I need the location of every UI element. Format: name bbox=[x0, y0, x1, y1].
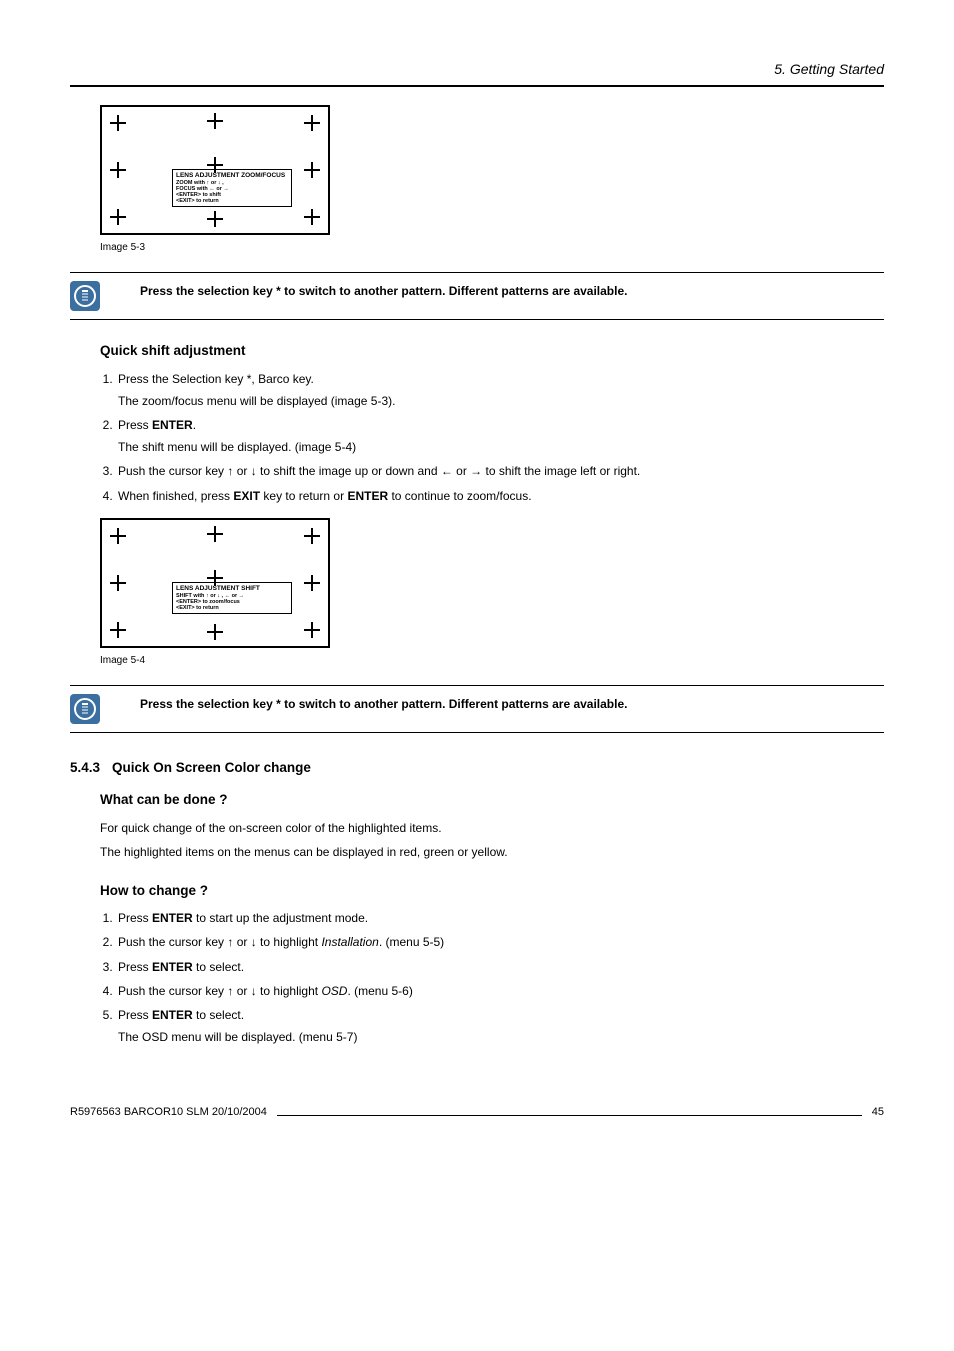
cross-icon bbox=[110, 209, 126, 225]
steps-list: Press ENTER to start up the adjustment m… bbox=[116, 910, 884, 1045]
cross-icon bbox=[207, 113, 223, 129]
footer-left: R5976563 BARCOR10 SLM 20/10/2004 bbox=[70, 1105, 267, 1120]
step-text: Press bbox=[118, 960, 152, 974]
note-icon bbox=[70, 694, 100, 724]
cross-icon bbox=[110, 575, 126, 591]
cross-icon bbox=[207, 211, 223, 227]
section-title: Quick On Screen Color change bbox=[112, 759, 311, 777]
figure-5-4: LENS ADJUSTMENT SHIFT SHIFT with ↑ or ↓ … bbox=[100, 518, 884, 668]
cross-icon bbox=[110, 162, 126, 178]
section-heading: 5.4.3 Quick On Screen Color change bbox=[70, 759, 884, 777]
heading-quick-shift: Quick shift adjustment bbox=[100, 342, 884, 360]
step: Push the cursor key ↑ or ↓ to shift the … bbox=[116, 463, 884, 479]
keyword: EXIT bbox=[233, 489, 260, 503]
note-icon bbox=[70, 281, 100, 311]
page-number: 45 bbox=[872, 1105, 884, 1120]
step-text: key to return or bbox=[260, 489, 347, 503]
keyword: ENTER bbox=[152, 911, 193, 925]
cross-icon bbox=[304, 209, 320, 225]
cross-icon bbox=[207, 526, 223, 542]
cross-icon bbox=[110, 528, 126, 544]
keyword-italic: OSD bbox=[321, 984, 347, 998]
step-result: The zoom/focus menu will be displayed (i… bbox=[118, 393, 884, 409]
steps-list: Press the Selection key *, Barco key. Th… bbox=[116, 371, 884, 504]
step-text: . (menu 5-5) bbox=[379, 935, 444, 949]
heading-how: How to change ? bbox=[100, 882, 884, 900]
osd-menu-title: LENS ADJUSTMENT ZOOM/FOCUS bbox=[176, 172, 288, 179]
note-rule bbox=[70, 732, 884, 733]
step-result: The shift menu will be displayed. (image… bbox=[118, 439, 884, 455]
note-rule bbox=[70, 319, 884, 320]
step: Push the cursor key ↑ or ↓ to highlight … bbox=[116, 983, 884, 999]
osd-menu-box: LENS ADJUSTMENT ZOOM/FOCUS ZOOM with ↑ o… bbox=[172, 169, 292, 207]
cross-icon bbox=[304, 162, 320, 178]
keyword-italic: Installation bbox=[321, 935, 378, 949]
step-text: to start up the adjustment mode. bbox=[193, 911, 368, 925]
keyword: ENTER bbox=[152, 418, 193, 432]
step-text: . bbox=[193, 418, 196, 432]
note-text: Press the selection key * to switch to a… bbox=[140, 281, 627, 299]
note-text: Press the selection key * to switch to a… bbox=[140, 694, 627, 712]
cross-icon bbox=[207, 624, 223, 640]
keyword: ENTER bbox=[152, 960, 193, 974]
osd-menu-line: <EXIT> to return bbox=[176, 198, 288, 204]
step-text: Push the cursor key ↑ or ↓ to highlight bbox=[118, 935, 321, 949]
body-text: For quick change of the on-screen color … bbox=[100, 820, 884, 836]
step-text: Press bbox=[118, 418, 152, 432]
step: Press the Selection key *, Barco key. Th… bbox=[116, 371, 884, 409]
projection-grid: LENS ADJUSTMENT SHIFT SHIFT with ↑ or ↓ … bbox=[100, 518, 330, 648]
step: Press ENTER. The shift menu will be disp… bbox=[116, 417, 884, 455]
cross-icon bbox=[110, 115, 126, 131]
step-text: Press bbox=[118, 1008, 152, 1022]
step-text: Press bbox=[118, 911, 152, 925]
step-text: Push the cursor key ↑ or ↓ to highlight bbox=[118, 984, 321, 998]
osd-menu-line: <EXIT> to return bbox=[176, 605, 288, 611]
step: Press ENTER to select. The OSD menu will… bbox=[116, 1007, 884, 1045]
cross-icon bbox=[110, 622, 126, 638]
step-text: to select. bbox=[193, 1008, 244, 1022]
chapter-heading: 5. Getting Started bbox=[70, 60, 884, 79]
step: Push the cursor key ↑ or ↓ to highlight … bbox=[116, 934, 884, 950]
step-text: to select. bbox=[193, 960, 244, 974]
step: When finished, press EXIT key to return … bbox=[116, 488, 884, 504]
figure-5-3: LENS ADJUSTMENT ZOOM/FOCUS ZOOM with ↑ o… bbox=[100, 105, 884, 255]
cross-icon bbox=[304, 115, 320, 131]
step-result: The OSD menu will be displayed. (menu 5-… bbox=[118, 1029, 884, 1045]
step-text: Push the cursor key ↑ or ↓ to shift the … bbox=[118, 464, 640, 478]
figure-caption: Image 5-4 bbox=[100, 654, 884, 668]
section-number: 5.4.3 bbox=[70, 759, 100, 777]
osd-menu-box: LENS ADJUSTMENT SHIFT SHIFT with ↑ or ↓ … bbox=[172, 582, 292, 614]
body-text: The highlighted items on the menus can b… bbox=[100, 844, 884, 860]
step: Press ENTER to select. bbox=[116, 959, 884, 975]
step-text: When finished, press bbox=[118, 489, 233, 503]
figure-caption: Image 5-3 bbox=[100, 241, 884, 255]
projection-grid: LENS ADJUSTMENT ZOOM/FOCUS ZOOM with ↑ o… bbox=[100, 105, 330, 235]
cross-icon bbox=[304, 622, 320, 638]
keyword: ENTER bbox=[152, 1008, 193, 1022]
cross-icon bbox=[304, 575, 320, 591]
keyword: ENTER bbox=[347, 489, 388, 503]
note-block: Press the selection key * to switch to a… bbox=[70, 685, 884, 733]
header-rule bbox=[70, 85, 884, 87]
step-text: . (menu 5-6) bbox=[347, 984, 412, 998]
osd-menu-title: LENS ADJUSTMENT SHIFT bbox=[176, 585, 288, 592]
step-text: to continue to zoom/focus. bbox=[388, 489, 531, 503]
heading-what: What can be done ? bbox=[100, 791, 884, 809]
step-text: Press the Selection key *, Barco key. bbox=[118, 372, 314, 386]
cross-icon bbox=[304, 528, 320, 544]
footer-rule bbox=[277, 1115, 862, 1116]
page-footer: R5976563 BARCOR10 SLM 20/10/2004 45 bbox=[70, 1105, 884, 1120]
step: Press ENTER to start up the adjustment m… bbox=[116, 910, 884, 926]
note-block: Press the selection key * to switch to a… bbox=[70, 272, 884, 320]
